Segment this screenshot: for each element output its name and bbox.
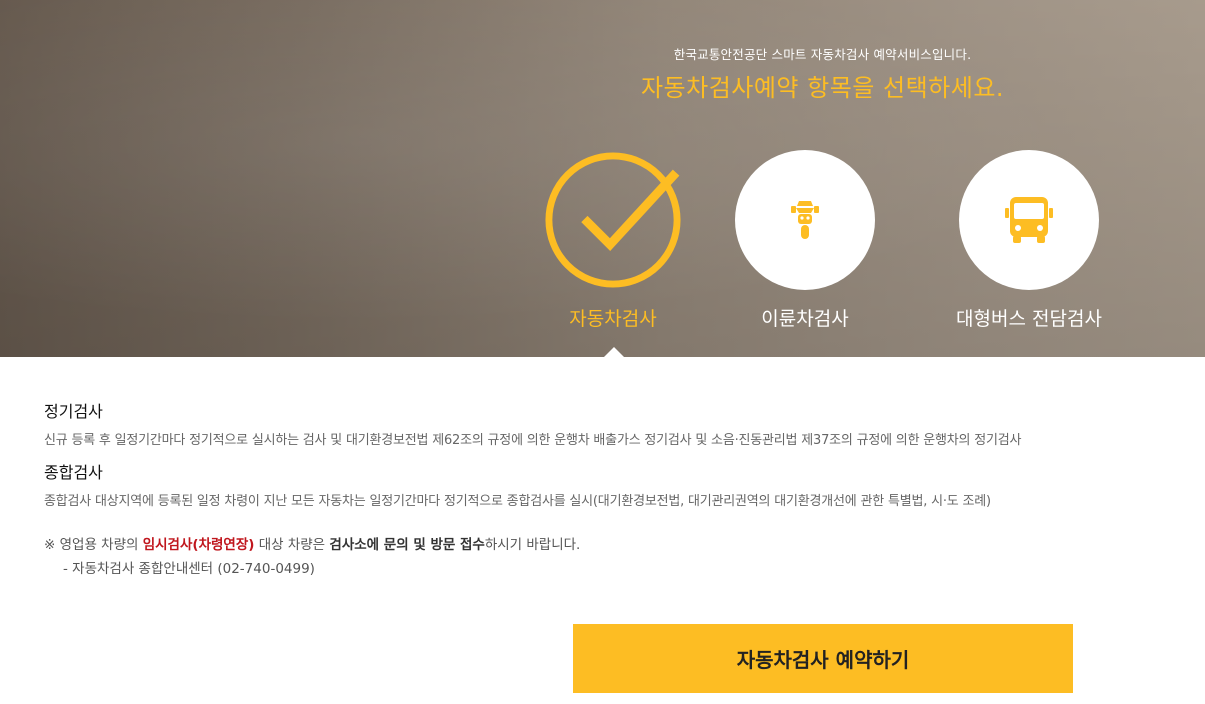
hero-subtitle: 한국교통안전공단 스마트 자동차검사 예약서비스입니다. bbox=[673, 47, 972, 62]
option-label: 이륜차검사 bbox=[761, 308, 849, 330]
section-heading: 종합검사 bbox=[44, 463, 103, 482]
notice-middle: 대상 차량은 bbox=[254, 537, 330, 553]
hero-banner: 한국교통안전공단 스마트 자동차검사 예약서비스입니다. 자동차검사예약 항목을… bbox=[0, 0, 1205, 357]
option-motorcycle-inspection[interactable]: 이륜차검사 bbox=[710, 150, 900, 331]
hero-title: 자동차검사예약 항목을 선택하세요. bbox=[640, 74, 1005, 102]
notice-suffix: 하시기 바랍니다. bbox=[484, 537, 581, 553]
regular-inspection-section: 정기검사 신규 등록 후 일정기간마다 정기적으로 실시하는 검사 및 대기환경… bbox=[44, 398, 1184, 448]
bus-icon bbox=[1005, 197, 1053, 243]
notice-highlight: 임시검사(차령연장) bbox=[142, 537, 255, 553]
option-circle bbox=[735, 150, 875, 290]
reserve-inspection-button[interactable]: 자동차검사 예약하기 bbox=[573, 624, 1073, 693]
comprehensive-inspection-section: 종합검사 종합검사 대상지역에 등록된 일정 차령이 지난 모든 자동차는 일정… bbox=[44, 459, 1184, 509]
notice-prefix: ※ 영업용 차량의 bbox=[44, 537, 143, 553]
section-text: 신규 등록 후 일정기간마다 정기적으로 실시하는 검사 및 대기환경보전법 제… bbox=[44, 433, 1022, 448]
section-text: 종합검사 대상지역에 등록된 일정 차령이 지난 모든 자동차는 일정기간마다 … bbox=[44, 494, 991, 509]
option-car-inspection[interactable]: 자동차검사 bbox=[518, 150, 708, 331]
notice: ※ 영업용 차량의 임시검사(차령연장) 대상 차량은 검사소에 문의 및 방문… bbox=[44, 533, 580, 577]
notice-line: ※ 영업용 차량의 임시검사(차령연장) 대상 차량은 검사소에 문의 및 방문… bbox=[44, 533, 580, 553]
check-icon bbox=[543, 150, 683, 290]
motorcycle-icon bbox=[791, 201, 819, 239]
option-circle bbox=[959, 150, 1099, 290]
option-bus-inspection[interactable]: 대형버스 전담검사 bbox=[934, 150, 1124, 331]
option-label: 자동차검사 bbox=[569, 308, 657, 330]
selection-pointer bbox=[604, 347, 624, 357]
notice-emphasis: 검사소에 문의 및 방문 접수 bbox=[329, 537, 485, 553]
notice-contact: - 자동차검사 종합안내센터 (02-740-0499) bbox=[63, 561, 315, 577]
option-label: 대형버스 전담검사 bbox=[956, 308, 1102, 330]
section-heading: 정기검사 bbox=[44, 402, 103, 421]
